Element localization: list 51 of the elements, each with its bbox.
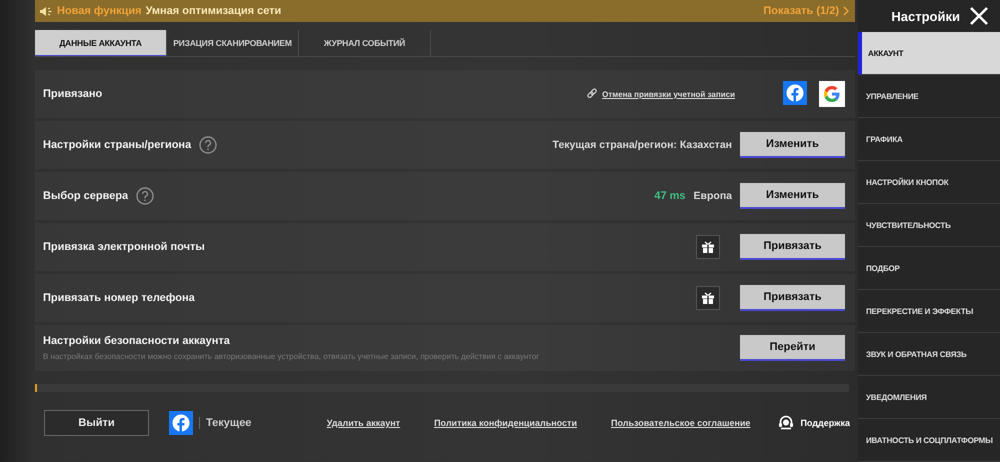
- sidebar-item[interactable]: ПЕРЕКРЕСТИЕ И ЭФФЕКТЫ: [858, 290, 1000, 333]
- sidebar-item[interactable]: НАСТРОЙКИ КНОПОК: [858, 161, 1000, 204]
- ping-value: 47 ms: [654, 190, 686, 202]
- support-button[interactable]: Поддержка: [778, 415, 850, 431]
- sidebar-item[interactable]: ИВАТНОСТЬ И СОЦПЛАТФОРМЫ: [858, 419, 1000, 462]
- row-label: Привязать номер телефона: [43, 292, 195, 304]
- sidebar-item[interactable]: УВЕДОМЛЕНИЯ: [858, 376, 1000, 419]
- banner-text: Умная оптимизация сети: [146, 5, 282, 17]
- tab[interactable]: ДАННЫЕ АККАУНТА: [35, 30, 167, 56]
- row-description: В настройках безопасности можно сохранить авторизованные устройства, отвязать учетные записи, проверить действия с аккаунтог: [43, 352, 540, 361]
- action-button[interactable]: Привязать: [740, 285, 845, 311]
- row-label: Привязано: [43, 88, 102, 100]
- headset-icon: [778, 415, 794, 431]
- action-button[interactable]: Перейти: [740, 335, 845, 361]
- chevron-right-icon: [843, 6, 849, 16]
- sidebar-item[interactable]: ЗВУК И ОБРАТНАЯ СВЯЗЬ: [858, 333, 1000, 376]
- link-icon: [586, 88, 598, 100]
- tab[interactable]: РИЗАЦИЯ СКАНИРОВАНИЕМ: [167, 30, 299, 56]
- current-account-label: Текущее: [199, 417, 252, 429]
- sidebar-item[interactable]: УПРАВЛЕНИЕ: [858, 75, 1000, 118]
- row-label: Выбор сервера: [43, 190, 128, 202]
- action-button[interactable]: Изменить: [740, 183, 845, 209]
- close-icon[interactable]: [968, 5, 990, 27]
- settings-title: Настройки: [891, 8, 960, 24]
- action-button[interactable]: Изменить: [740, 132, 845, 158]
- gift-icon: [696, 235, 720, 259]
- speaker-icon: [39, 6, 53, 16]
- banner-tag: Новая функция: [57, 5, 142, 17]
- sidebar-item[interactable]: ГРАФИКА: [858, 118, 1000, 161]
- gift-icon: [696, 286, 720, 310]
- sidebar-item[interactable]: ПОДБОР: [858, 247, 1000, 290]
- footer-link[interactable]: Пользовательское соглашение: [610, 418, 750, 428]
- footer-link[interactable]: Политика конфиденциальности: [434, 418, 577, 428]
- current-region: Текущая страна/регион: Казахстан: [552, 139, 732, 151]
- sidebar-item[interactable]: АККАУНТ: [858, 32, 1000, 75]
- sidebar-item[interactable]: ЧУВСТВИТЕЛЬНОСТЬ: [858, 204, 1000, 247]
- server-region: Европа: [694, 190, 732, 202]
- scroll-bar[interactable]: [35, 384, 849, 392]
- tab[interactable]: ЖУРНАЛ СОБЫТИЙ: [299, 30, 431, 56]
- facebook-icon: [169, 411, 193, 435]
- row-label: Настройки страны/региона: [43, 139, 192, 151]
- google-icon: [819, 81, 845, 107]
- row-label: Привязка электронной почты: [43, 241, 205, 253]
- footer-link[interactable]: Удалить аккаунт: [326, 418, 400, 428]
- row-label: Настройки безопасности аккаунта: [43, 335, 231, 347]
- action-button[interactable]: Привязать: [740, 234, 845, 260]
- unlink-link[interactable]: Отмена привязки учетной записи: [586, 88, 735, 100]
- help-icon[interactable]: [136, 187, 154, 205]
- logout-button[interactable]: Выйти: [44, 410, 149, 436]
- facebook-icon: [783, 81, 807, 105]
- help-icon[interactable]: [199, 136, 218, 154]
